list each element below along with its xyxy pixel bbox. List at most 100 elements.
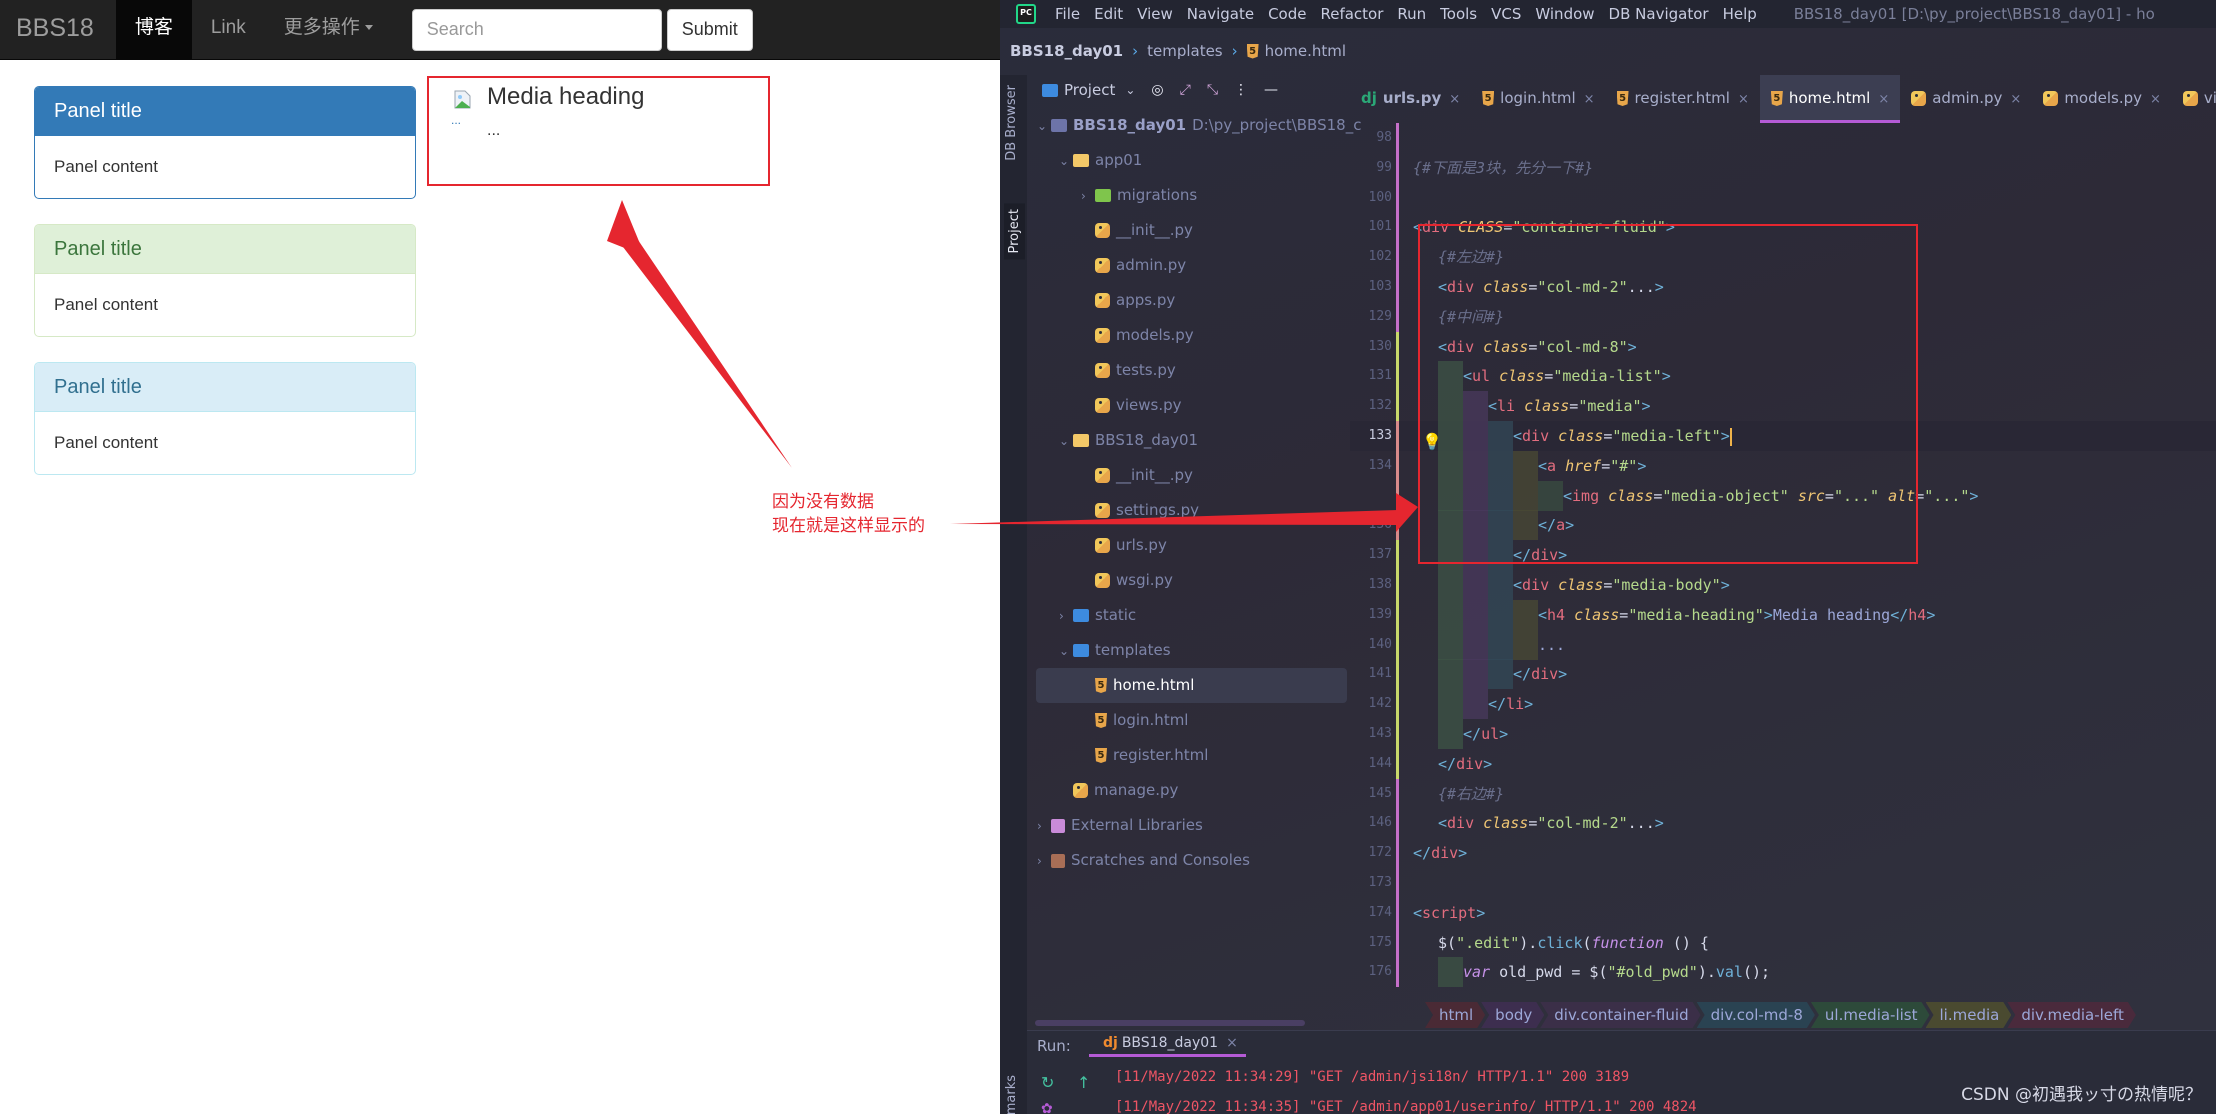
code-line[interactable]: 143 </ul> xyxy=(1350,719,2216,749)
menu-run[interactable]: Run xyxy=(1390,5,1433,23)
submit-button[interactable]: Submit xyxy=(666,8,753,51)
code-line[interactable]: 145 {#右边#} xyxy=(1350,778,2216,809)
menu-file[interactable]: File xyxy=(1048,5,1087,23)
code-line[interactable]: 100 xyxy=(1350,182,2216,213)
code-editor[interactable]: 176 var old_pwd = $("#old_pwd").val(); 175… xyxy=(1350,123,2216,998)
close-tab-icon[interactable]: × xyxy=(1584,92,1595,107)
tree-item[interactable]: ⌄ app01 xyxy=(1027,143,1350,178)
menu-refactor[interactable]: Refactor xyxy=(1313,5,1390,23)
editor-tab[interactable]: 5 register.html × xyxy=(1606,75,1760,123)
target-icon[interactable]: ◎ xyxy=(1151,82,1163,98)
code-line[interactable]: 176 var old_pwd = $("#old_pwd").val(); xyxy=(1350,957,2216,988)
close-tab-icon[interactable]: × xyxy=(1878,92,1889,107)
nav-item-link[interactable]: Link xyxy=(192,0,265,60)
code-line[interactable]: 138 <div class="media-body"> xyxy=(1350,570,2216,600)
code-line[interactable]: 139 <h4 class="media-heading">Media headi… xyxy=(1350,599,2216,630)
editor-tab[interactable]: admin.py × xyxy=(1900,75,2032,123)
chevron-right-icon[interactable]: › xyxy=(1037,844,1051,879)
close-tab-icon[interactable]: × xyxy=(2010,92,2021,107)
menu-navigate[interactable]: Navigate xyxy=(1180,5,1261,23)
menu-vcs[interactable]: VCS xyxy=(1484,5,1528,23)
tree-item[interactable]: __init__.py xyxy=(1027,213,1350,248)
breadcrumb-item[interactable]: html xyxy=(1425,1002,1485,1028)
scroll-up-icon[interactable]: ↑ xyxy=(1077,1073,1090,1092)
tree-item[interactable]: models.py xyxy=(1027,318,1350,353)
menu-window[interactable]: Window xyxy=(1528,5,1601,23)
code-line[interactable]: 173 xyxy=(1350,868,2216,898)
code-line[interactable]: 98 xyxy=(1350,123,2216,153)
code-line[interactable]: 99 {#下面是3块，先分一下#} xyxy=(1350,152,2216,183)
tree-item[interactable]: › migrations xyxy=(1027,178,1350,213)
settings-icon[interactable]: ✿ xyxy=(1041,1101,1053,1114)
menu-help[interactable]: Help xyxy=(1716,5,1764,23)
nav-project[interactable]: BBS18_day01 xyxy=(1010,42,1123,60)
tree-item[interactable]: __init__.py xyxy=(1027,458,1350,493)
nav-folder[interactable]: templates xyxy=(1147,42,1223,60)
menu-db-navigator[interactable]: DB Navigator xyxy=(1602,5,1716,23)
lightbulb-icon[interactable]: 💡 xyxy=(1422,432,1442,451)
chevron-right-icon[interactable]: › xyxy=(1059,599,1073,634)
menu-edit[interactable]: Edit xyxy=(1087,5,1130,23)
close-icon[interactable]: × xyxy=(1226,1035,1238,1051)
tree-item[interactable]: ⌄ BBS18_day01 D:\py_project\BBS18_c xyxy=(1027,108,1361,144)
tree-item[interactable]: tests.py xyxy=(1027,353,1350,388)
editor-tab[interactable]: vie xyxy=(2172,75,2216,123)
db-browser-tab[interactable]: DB Browser xyxy=(1004,85,1019,161)
editor-tab[interactable]: 5 login.html × xyxy=(1471,75,1605,123)
chevron-down-icon[interactable]: ⌄ xyxy=(1037,109,1051,144)
code-line[interactable]: 144 </div> xyxy=(1350,748,2216,779)
search-input[interactable] xyxy=(411,8,662,51)
breadcrumb-item[interactable]: body xyxy=(1481,1002,1544,1028)
bookmarks-tab[interactable]: marks xyxy=(1004,1075,1019,1114)
code-line[interactable]: 142 </li> xyxy=(1350,689,2216,720)
breadcrumb-item[interactable]: div.col-md-8 xyxy=(1697,1002,1815,1028)
navbar-brand[interactable]: BBS18 xyxy=(0,0,116,60)
chevron-down-icon[interactable]: ⌄ xyxy=(1059,634,1073,669)
collapse-all-icon[interactable]: ⤡ xyxy=(1207,82,1218,98)
editor-tab[interactable]: models.py × xyxy=(2032,75,2172,123)
tree-item[interactable]: 5 register.html xyxy=(1027,738,1350,773)
options-icon[interactable]: ⋮ xyxy=(1234,82,1248,98)
code-line[interactable]: 175 $(".edit").click(function () { xyxy=(1350,927,2216,958)
close-tab-icon[interactable]: × xyxy=(1738,92,1749,107)
tree-item[interactable]: admin.py xyxy=(1027,248,1350,283)
nav-item-more-dropdown[interactable]: 更多操作 xyxy=(265,0,392,60)
breadcrumb-item[interactable]: ul.media-list xyxy=(1811,1002,1930,1028)
project-tool-tab[interactable]: Project xyxy=(1004,203,1025,260)
tree-item[interactable]: manage.py xyxy=(1027,773,1350,808)
breadcrumb-item[interactable]: li.media xyxy=(1926,1002,2012,1028)
breadcrumb-item[interactable]: div.container-fluid xyxy=(1540,1002,1700,1028)
tree-item[interactable]: › External Libraries xyxy=(1027,808,1350,843)
expand-all-icon[interactable]: ⤢ xyxy=(1180,82,1191,98)
rerun-icon[interactable]: ↻ xyxy=(1041,1073,1054,1092)
project-view-selector[interactable]: Project xyxy=(1064,81,1115,99)
tree-item[interactable]: wsgi.py xyxy=(1027,563,1350,598)
nav-file[interactable]: home.html xyxy=(1265,42,1346,60)
close-tab-icon[interactable]: × xyxy=(1449,92,1460,107)
tree-item[interactable]: 5 login.html xyxy=(1027,703,1350,738)
chevron-right-icon[interactable]: › xyxy=(1081,179,1095,214)
tree-item[interactable]: apps.py xyxy=(1027,283,1350,318)
chevron-down-icon[interactable]: ⌄ xyxy=(1125,83,1135,97)
menu-tools[interactable]: Tools xyxy=(1433,5,1484,23)
tree-item[interactable]: settings.py xyxy=(1027,493,1350,528)
code-line[interactable]: 140... xyxy=(1350,629,2216,660)
tree-item[interactable]: › Scratches and Consoles xyxy=(1027,843,1350,878)
run-tab[interactable]: dj BBS18_day01 × xyxy=(1089,1035,1246,1057)
chevron-right-icon[interactable]: › xyxy=(1037,809,1051,844)
tree-item[interactable]: urls.py xyxy=(1027,528,1350,563)
broken-image-icon[interactable] xyxy=(454,90,471,109)
tree-item[interactable]: 5 home.html xyxy=(1036,668,1347,703)
tree-item[interactable]: ⌄ BBS18_day01 xyxy=(1027,423,1350,458)
project-horizontal-scrollbar[interactable] xyxy=(1035,1020,1305,1026)
code-line[interactable]: 172 </div> xyxy=(1350,838,2216,869)
code-line[interactable]: 174 <script> xyxy=(1350,897,2216,928)
editor-tab[interactable]: 5 home.html × xyxy=(1759,75,1901,123)
nav-item-blog[interactable]: 博客 xyxy=(115,0,192,60)
chevron-down-icon[interactable]: ⌄ xyxy=(1059,144,1073,179)
menu-code[interactable]: Code xyxy=(1261,5,1313,23)
code-line[interactable]: 146 <div class="col-md-2"...> xyxy=(1350,808,2216,839)
close-tab-icon[interactable]: × xyxy=(2150,92,2161,107)
media-image-alt-text[interactable]: ... xyxy=(451,113,461,127)
breadcrumb-item[interactable]: div.media-left xyxy=(2007,1002,2136,1028)
